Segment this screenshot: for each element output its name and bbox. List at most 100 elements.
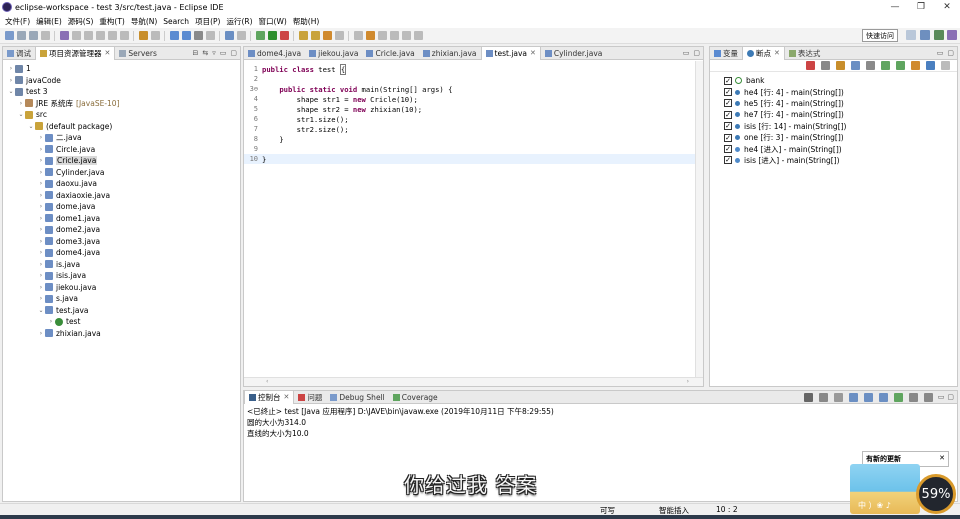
open-type-icon[interactable] xyxy=(169,31,179,40)
quick-access-field[interactable]: 快速访问 xyxy=(862,29,898,42)
annotation-icon[interactable] xyxy=(224,31,234,40)
breakpoint-item[interactable]: ✓ isis [行: 14] - main(String[]) xyxy=(710,121,957,132)
close-tab-icon[interactable]: ✕ xyxy=(774,49,780,57)
forward-icon[interactable] xyxy=(389,31,399,40)
tree-item[interactable]: › isis.java xyxy=(3,270,240,282)
editor-tab[interactable]: jiekou.java xyxy=(305,47,362,60)
tree-item[interactable]: › Cricle.java xyxy=(3,155,240,167)
tree-item[interactable]: › zhixian.java xyxy=(3,328,240,340)
close-tab-icon[interactable]: ✕ xyxy=(284,393,290,401)
code-line[interactable]: 2 xyxy=(244,74,695,84)
prev-annotation-icon[interactable] xyxy=(365,31,375,40)
step-over-icon[interactable] xyxy=(150,31,160,40)
breakpoint-checkbox[interactable]: ✓ xyxy=(724,156,732,165)
maximize-view-icon[interactable]: ▢ xyxy=(947,393,954,402)
menu-item[interactable]: 源码(S) xyxy=(65,16,97,27)
open-console-icon[interactable] xyxy=(924,393,934,402)
remove-launch-icon[interactable] xyxy=(819,393,829,402)
minimize-button[interactable]: — xyxy=(882,0,908,14)
collapsed-arrow-icon[interactable]: › xyxy=(37,146,45,153)
breakpoint-checkbox[interactable]: ✓ xyxy=(724,122,732,131)
tab-variables[interactable]: 变量 xyxy=(710,47,742,60)
display-console-icon[interactable] xyxy=(909,393,919,402)
tree-item[interactable]: › javaCode xyxy=(3,75,240,87)
tree-item[interactable]: › dome.java xyxy=(3,201,240,213)
new-java-project-icon[interactable] xyxy=(298,31,308,40)
tree-item[interactable]: › daxiaoxie.java xyxy=(3,190,240,202)
close-tab-icon[interactable]: ✕ xyxy=(530,49,536,57)
collapsed-arrow-icon[interactable]: › xyxy=(17,100,25,107)
tab-breakpoints[interactable]: 断点 ✕ xyxy=(742,46,785,60)
new-package-icon[interactable] xyxy=(310,31,320,40)
menu-item[interactable]: 重构(T) xyxy=(96,16,127,27)
tree-item[interactable]: › 1 xyxy=(3,63,240,75)
format-icon[interactable] xyxy=(236,31,246,40)
new-class-icon[interactable] xyxy=(322,31,332,40)
tree-item[interactable]: › dome2.java xyxy=(3,224,240,236)
back-icon[interactable] xyxy=(377,31,387,40)
maximize-view-icon[interactable]: ▢ xyxy=(947,49,954,57)
collapse-all-icon[interactable]: ⊟ xyxy=(192,49,198,57)
remove-all-terminated-icon[interactable] xyxy=(834,393,844,402)
tree-item[interactable]: ⌄ src xyxy=(3,109,240,121)
menu-item[interactable]: 窗口(W) xyxy=(256,16,290,27)
maximize-view-icon[interactable]: ▢ xyxy=(230,49,237,57)
external-tools-icon[interactable] xyxy=(279,31,289,40)
collapsed-arrow-icon[interactable]: › xyxy=(37,295,45,302)
collapsed-arrow-icon[interactable]: › xyxy=(37,226,45,233)
tree-item[interactable]: ⌄ test.java xyxy=(3,305,240,317)
breakpoint-item[interactable]: ✓ he4 [行: 4] - main(String[]) xyxy=(710,86,957,97)
open-task-icon[interactable] xyxy=(334,31,344,40)
scroll-left-icon[interactable]: ‹ xyxy=(266,378,268,385)
code-line[interactable]: 1 public class test { xyxy=(244,63,695,75)
tab-problems[interactable]: 问题 xyxy=(294,391,326,404)
minimize-view-icon[interactable]: ▭ xyxy=(938,393,945,402)
debug-icon[interactable] xyxy=(255,31,265,40)
code-line[interactable]: 4 shape str1 = new Cricle(10); xyxy=(244,94,695,104)
tree-item[interactable]: ⌄ (default package) xyxy=(3,121,240,133)
tree-item[interactable]: › is.java xyxy=(3,259,240,271)
minimize-view-icon[interactable]: ▭ xyxy=(220,49,227,57)
suspend-icon[interactable] xyxy=(95,31,105,40)
collapsed-arrow-icon[interactable]: › xyxy=(37,261,45,268)
more-icon[interactable] xyxy=(413,31,423,40)
tree-item[interactable]: › s.java xyxy=(3,293,240,305)
code-line[interactable]: 3⊖ public static void main(String[] args… xyxy=(244,84,695,94)
terminate-icon[interactable] xyxy=(107,31,117,40)
word-wrap-icon[interactable] xyxy=(864,393,874,402)
save-all-icon[interactable] xyxy=(28,31,38,40)
tab-expressions[interactable]: 表达式 xyxy=(785,47,825,60)
expanded-arrow-icon[interactable]: ⌄ xyxy=(27,123,35,130)
breakpoint-checkbox[interactable]: ✓ xyxy=(724,110,732,119)
collapsed-arrow-icon[interactable]: › xyxy=(37,157,45,164)
pin-console-icon[interactable] xyxy=(894,393,904,402)
editor-vertical-scrollbar[interactable] xyxy=(695,61,703,377)
breakpoint-checkbox[interactable]: ✓ xyxy=(724,88,732,97)
collapsed-arrow-icon[interactable]: › xyxy=(7,65,15,72)
close-notification-icon[interactable]: ✕ xyxy=(939,454,945,462)
breakpoint-item[interactable]: ✓ he7 [行: 4] - main(String[]) xyxy=(710,109,957,120)
terminate-icon[interactable] xyxy=(804,393,814,402)
toggle-breakpoint-icon[interactable] xyxy=(59,31,69,40)
console-output[interactable]: <已终止> test [Java 应用程序] D:\JAVE\bin\javaw… xyxy=(244,404,957,441)
disconnect-icon[interactable] xyxy=(119,31,129,40)
tree-item[interactable]: › JRE 系统库 [JavaSE-10] xyxy=(3,98,240,110)
tree-item[interactable]: › 二.java xyxy=(3,132,240,144)
tab-console[interactable]: 控制台 ✕ xyxy=(244,390,295,404)
editor-tab[interactable]: Cylinder.java xyxy=(541,47,606,60)
collapsed-arrow-icon[interactable]: › xyxy=(37,272,45,279)
network-speed-badge[interactable]: 59% xyxy=(916,474,956,514)
collapsed-arrow-icon[interactable]: › xyxy=(37,284,45,291)
new-icon[interactable] xyxy=(4,31,14,40)
breakpoint-item[interactable]: ✓ one [行: 3] - main(String[]) xyxy=(710,132,957,143)
pin-icon[interactable] xyxy=(401,31,411,40)
code-line[interactable]: 7 str2.size(); xyxy=(244,124,695,134)
code-line[interactable]: 6 str1.size(); xyxy=(244,114,695,124)
tree-item[interactable]: ⌄ test 3 xyxy=(3,86,240,98)
save-icon[interactable] xyxy=(16,31,26,40)
menu-item[interactable]: 项目(P) xyxy=(192,16,223,27)
code-line[interactable]: 9 xyxy=(244,144,695,154)
run-icon[interactable] xyxy=(267,31,277,40)
view-menu-icon[interactable] xyxy=(940,61,950,70)
collapsed-arrow-icon[interactable]: › xyxy=(37,180,45,187)
